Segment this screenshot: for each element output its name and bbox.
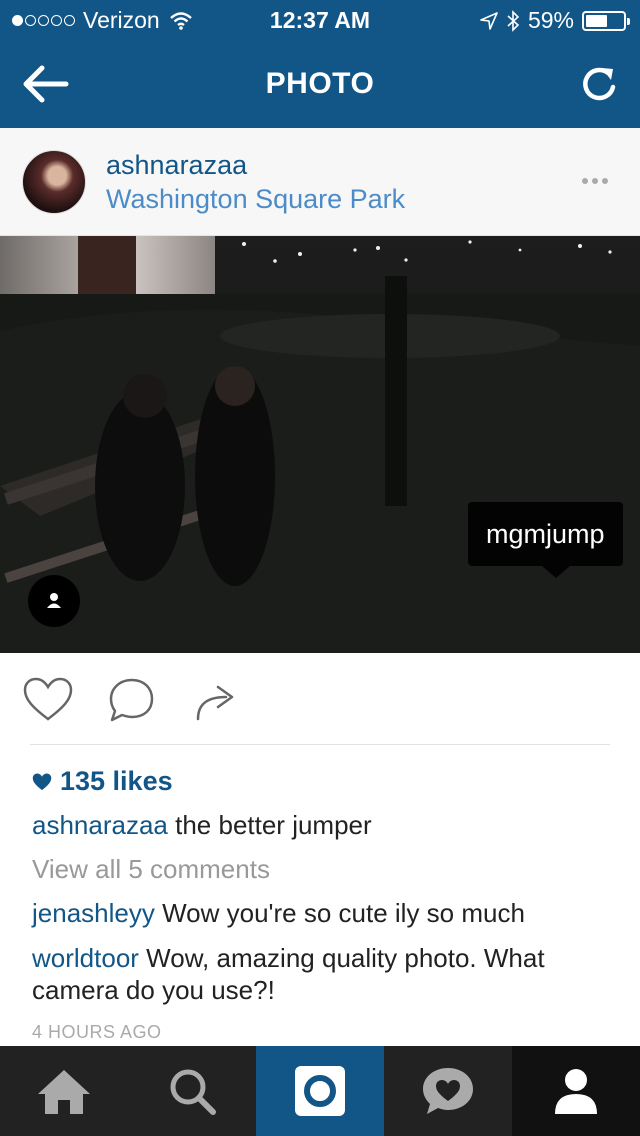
divider xyxy=(30,744,610,745)
user-tag-arrow xyxy=(542,566,570,578)
avatar[interactable] xyxy=(22,150,86,214)
post-header: ashnarazaa Washington Square Park xyxy=(0,128,640,236)
tab-search[interactable] xyxy=(128,1046,256,1136)
profile-icon xyxy=(555,1069,597,1114)
status-bar: Verizon 12:37 AM 59% xyxy=(0,0,640,40)
bluetooth-icon xyxy=(507,9,520,32)
battery-icon xyxy=(582,10,630,31)
tab-home[interactable] xyxy=(0,1046,128,1136)
battery-percent: 59% xyxy=(527,7,574,33)
refresh-icon[interactable] xyxy=(576,60,624,108)
post-username[interactable]: ashnarazaa xyxy=(106,150,247,181)
post-actions xyxy=(0,653,640,745)
camera-icon xyxy=(295,1066,345,1116)
more-options-icon[interactable] xyxy=(582,178,608,184)
tab-profile[interactable] xyxy=(512,1046,640,1136)
user-tag-bubble[interactable]: mgmjump xyxy=(468,502,623,566)
comment-username[interactable]: worldtoor xyxy=(32,943,139,973)
status-right: 59% xyxy=(480,7,630,34)
comment: worldtoor Wow, amazing quality photo. Wh… xyxy=(32,942,622,1006)
caption-text: the better jumper xyxy=(167,810,372,840)
comment-username[interactable]: jenashleyy xyxy=(32,898,155,928)
home-icon xyxy=(38,1070,90,1114)
heart-icon[interactable] xyxy=(22,677,74,723)
photo-scene xyxy=(0,236,640,653)
likes-label: 135 likes xyxy=(60,766,173,796)
page-title: PHOTO xyxy=(265,67,375,100)
share-icon[interactable] xyxy=(190,677,242,723)
nav-bar: PHOTO xyxy=(0,40,640,128)
tab-activity[interactable] xyxy=(384,1046,512,1136)
show-tags-button[interactable] xyxy=(28,575,80,627)
caption: ashnarazaa the better jumper xyxy=(32,810,622,841)
caption-username[interactable]: ashnarazaa xyxy=(32,810,168,840)
activity-icon xyxy=(423,1068,473,1114)
heart-filled-icon xyxy=(32,773,52,790)
post-timestamp: 4 HOURS AGO xyxy=(32,1022,162,1042)
search-icon xyxy=(170,1069,216,1115)
comment: jenashleyy Wow you're so cute ily so muc… xyxy=(32,898,622,929)
likes-count[interactable]: 135 likes xyxy=(32,766,173,797)
location-arrow-icon xyxy=(480,11,498,30)
view-all-comments-link[interactable]: View all 5 comments xyxy=(32,854,270,885)
tab-bar xyxy=(0,1046,640,1136)
post-location[interactable]: Washington Square Park xyxy=(106,184,405,215)
tab-camera[interactable] xyxy=(256,1046,384,1136)
comment-text: Wow you're so cute ily so much xyxy=(154,898,525,928)
person-icon xyxy=(47,593,61,608)
comment-icon[interactable] xyxy=(106,677,158,723)
post-photo[interactable]: mgmjump xyxy=(0,236,640,653)
